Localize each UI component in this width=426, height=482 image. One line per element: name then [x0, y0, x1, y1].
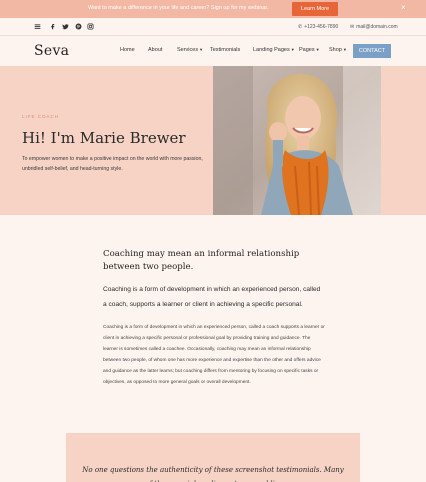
testimonial-block: No one questions the authenticity of the…	[66, 433, 360, 482]
nav-item-shop[interactable]: Shop▼	[329, 47, 347, 53]
nav-item-label: Testimonials	[210, 47, 241, 53]
nav-item-label: Services	[177, 47, 199, 53]
nav-item-home[interactable]: Home	[120, 47, 135, 53]
phone-contact[interactable]: ✆ +123-456-7890	[298, 24, 338, 30]
email-address: mail@domain.com	[356, 24, 398, 30]
facebook-icon[interactable]	[49, 23, 56, 30]
close-icon[interactable]: ×	[401, 4, 406, 12]
nav-item-services[interactable]: Services▼	[177, 47, 203, 53]
mail-icon: ✉	[350, 24, 355, 30]
coaching-content: Coaching may mean an informal relationsh…	[103, 248, 325, 388]
phone-number: +123-456-7890	[304, 24, 339, 30]
chevron-down-icon: ▼	[290, 47, 295, 52]
nav-item-label: About	[148, 47, 163, 53]
hero-title: Hi! I'm Marie Brewer	[22, 129, 186, 147]
nav-item-testimonials[interactable]: Testimonials	[210, 47, 240, 53]
section-body: Coaching is a form of development in whi…	[103, 325, 325, 385]
nav-item-pages[interactable]: Pages▼	[299, 47, 320, 53]
hero-section: Life coach Hi! I'm Marie Brewer To empow…	[0, 66, 426, 215]
section-intro: Coaching is a form of development in whi…	[103, 286, 321, 308]
twitter-icon[interactable]	[62, 23, 69, 30]
pinterest-icon[interactable]	[75, 23, 82, 30]
chevron-down-icon: ▼	[315, 47, 320, 52]
utility-bar: ✆ +123-456-7890 ✉ mail@domain.com	[0, 18, 426, 36]
chevron-down-icon: ▼	[199, 47, 204, 52]
announcement-bar: Want to make a difference in your life a…	[0, 0, 426, 18]
instagram-icon[interactable]	[87, 23, 94, 30]
hero-lede: To empower women to make a positive impa…	[22, 156, 203, 172]
main-navigation: Seva Home About Services▼ Testimonials L…	[0, 36, 426, 66]
hero-kicker: Life coach	[22, 114, 60, 119]
nav-item-landing-pages[interactable]: Landing Pages▼	[253, 47, 295, 53]
nav-item-label: Landing Pages	[253, 47, 290, 53]
testimonial-text: No one questions the authenticity of the…	[82, 466, 344, 482]
phone-icon: ✆	[298, 24, 303, 30]
hero-portrait-image	[213, 66, 381, 215]
nav-item-about[interactable]: About	[148, 47, 162, 53]
menu-icon[interactable]	[34, 23, 41, 30]
email-contact[interactable]: ✉ mail@domain.com	[350, 24, 398, 30]
learn-more-button[interactable]: Learn More	[292, 2, 338, 16]
chevron-down-icon: ▼	[342, 47, 347, 52]
nav-item-label: Home	[120, 47, 135, 53]
contact-button[interactable]: CONTACT	[353, 44, 391, 58]
site-logo[interactable]: Seva	[34, 43, 69, 59]
nav-item-label: Shop	[329, 47, 342, 53]
nav-item-label: Pages	[299, 47, 315, 53]
announcement-message: Want to make a difference in your life a…	[88, 5, 269, 11]
section-heading: Coaching may mean an informal relationsh…	[103, 249, 300, 272]
